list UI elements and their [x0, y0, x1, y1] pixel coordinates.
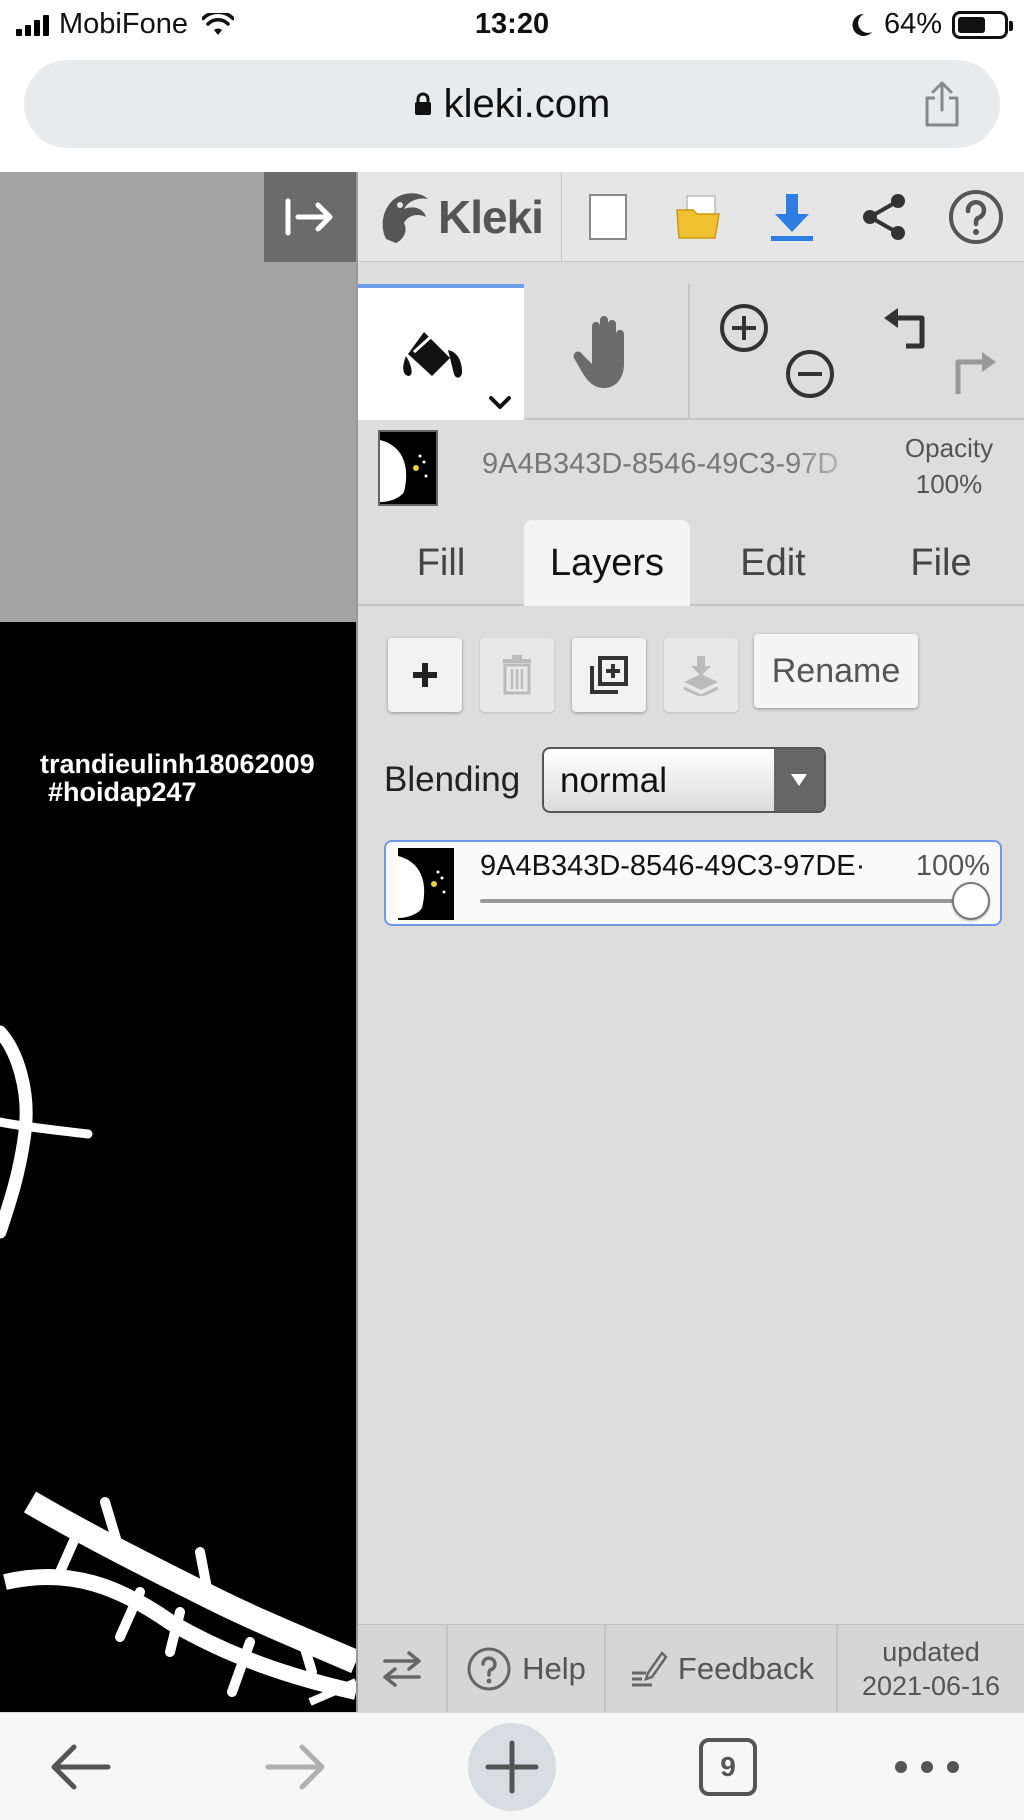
select-arrow-icon — [774, 749, 824, 811]
new-tab-button[interactable] — [468, 1723, 556, 1811]
layer-opacity-slider-track[interactable] — [480, 899, 974, 903]
add-layer-icon — [413, 663, 437, 687]
layer-list-item[interactable]: 9A4B343D-8546-49C3-97DE· 100% — [384, 840, 1002, 926]
hand-icon — [573, 316, 624, 388]
tab-switcher-button[interactable]: 9 — [698, 1729, 758, 1805]
help-button[interactable] — [930, 172, 1022, 262]
share-icon[interactable] — [920, 80, 964, 128]
layer-opacity-percent: 100% — [911, 850, 990, 883]
panel-footer: Help Feedback updated 2021-06-16 — [358, 1624, 1024, 1713]
download-button[interactable] — [746, 172, 838, 262]
footer-updated-info: updated 2021-06-16 — [838, 1625, 1024, 1713]
more-menu-button[interactable] — [892, 1729, 962, 1805]
logo-text: Kleki — [438, 190, 544, 243]
collapse-panel-button[interactable] — [264, 172, 356, 262]
current-layer-info: 9A4B343D-8546-49C3-97D Opacity 100% — [358, 422, 1024, 514]
canvas-artwork — [0, 1025, 356, 1706]
footer-help-button[interactable]: Help — [448, 1625, 606, 1713]
url-text: kleki.com — [443, 81, 611, 126]
merge-down-icon — [683, 656, 719, 696]
current-layer-opacity: Opacity 100% — [884, 430, 1014, 502]
duplicate-layer-button[interactable] — [572, 638, 646, 712]
kleki-logo-icon — [382, 192, 428, 243]
share-icon — [863, 193, 905, 240]
blending-mode-select[interactable]: normal — [542, 747, 826, 813]
battery-icon — [952, 10, 1013, 39]
hand-tool[interactable] — [524, 284, 690, 420]
paint-bucket-icon — [403, 332, 462, 378]
redo-icon[interactable] — [948, 350, 1000, 398]
current-layer-name: 9A4B343D-8546-49C3-97D — [482, 448, 839, 480]
swap-arrows-icon — [383, 1651, 421, 1687]
collapse-arrow-icon — [285, 198, 333, 236]
canvas-watermark-text: trandieulinh18062009 #hoidap247 — [40, 750, 315, 806]
add-layer-button[interactable] — [388, 638, 462, 712]
kleki-logo[interactable]: Kleki — [358, 171, 562, 262]
tab-layers[interactable]: Layers — [524, 520, 690, 606]
address-bar[interactable]: kleki.com — [24, 60, 1000, 148]
lock-icon — [414, 92, 431, 115]
blending-mode-value: normal — [560, 761, 667, 800]
browser-bottom-toolbar: 9 — [0, 1712, 1024, 1820]
tab-count-badge: 9 — [699, 1738, 757, 1796]
tool-row — [358, 284, 1024, 420]
help-icon — [467, 1647, 511, 1691]
kleki-side-panel: Kleki 9A4B343D-8546-49C3-97D Opacity 100… — [356, 171, 1024, 1713]
feedback-pencil-icon — [631, 1651, 668, 1687]
browser-address-area: kleki.com — [0, 52, 1024, 172]
merge-down-button[interactable] — [664, 638, 738, 712]
delete-layer-icon — [503, 655, 531, 695]
current-layer-thumbnail — [378, 430, 438, 506]
rename-layer-button[interactable]: Rename — [754, 634, 918, 708]
app-topbar: Kleki — [358, 171, 1024, 262]
canvas-text-line1: trandieulinh18062009 — [40, 749, 315, 779]
layer-opacity-slider-handle[interactable] — [952, 882, 990, 920]
tab-fill[interactable]: Fill — [358, 520, 524, 606]
download-icon — [771, 193, 813, 241]
moon-icon — [852, 13, 872, 36]
layer-name: 9A4B343D-8546-49C3-97DE· — [480, 850, 866, 882]
forward-button[interactable] — [260, 1729, 332, 1805]
zoom-in-icon[interactable] — [718, 302, 770, 354]
delete-layer-button[interactable] — [480, 638, 554, 712]
share-button[interactable] — [838, 172, 930, 262]
footer-help-label: Help — [522, 1651, 586, 1686]
drawing-canvas[interactable]: trandieulinh18062009 #hoidap247 — [0, 172, 356, 1712]
blending-label: Blending — [384, 760, 521, 799]
updated-label: updated — [882, 1637, 980, 1667]
tab-edit[interactable]: Edit — [690, 520, 856, 606]
tab-file[interactable]: File — [858, 520, 1024, 606]
canvas-text-line2: #hoidap247 — [48, 777, 197, 807]
back-arrow-icon — [51, 1744, 111, 1790]
chevron-down-icon[interactable] — [488, 394, 512, 410]
forward-arrow-icon — [265, 1744, 325, 1790]
opacity-value: 100% — [915, 469, 983, 499]
new-document-button[interactable] — [562, 172, 654, 262]
status-right: 64% — [850, 8, 1013, 41]
duplicate-layer-icon — [590, 656, 628, 694]
updated-date: 2021-06-16 — [861, 1671, 1001, 1701]
back-button[interactable] — [44, 1729, 116, 1805]
footer-feedback-button[interactable]: Feedback — [606, 1625, 838, 1713]
layer-thumbnail — [398, 848, 454, 920]
undo-icon[interactable] — [880, 306, 932, 354]
battery-percent: 64% — [883, 8, 942, 40]
url-display[interactable]: kleki.com — [414, 81, 611, 127]
swap-side-button[interactable] — [358, 1625, 448, 1713]
more-dots-icon — [895, 1761, 959, 1773]
open-file-button[interactable] — [654, 172, 746, 262]
opacity-label: Opacity — [904, 433, 994, 463]
zoom-out-icon[interactable] — [784, 348, 836, 400]
help-icon — [949, 189, 1003, 244]
footer-feedback-label: Feedback — [677, 1651, 815, 1686]
paint-bucket-tool[interactable] — [358, 284, 524, 420]
open-folder-icon — [676, 194, 720, 239]
new-document-icon — [589, 193, 627, 240]
panel-tabs: Fill Layers Edit File — [358, 520, 1024, 606]
plus-icon — [485, 1740, 539, 1794]
status-bar: MobiFone 13:20 64% — [0, 0, 1024, 52]
